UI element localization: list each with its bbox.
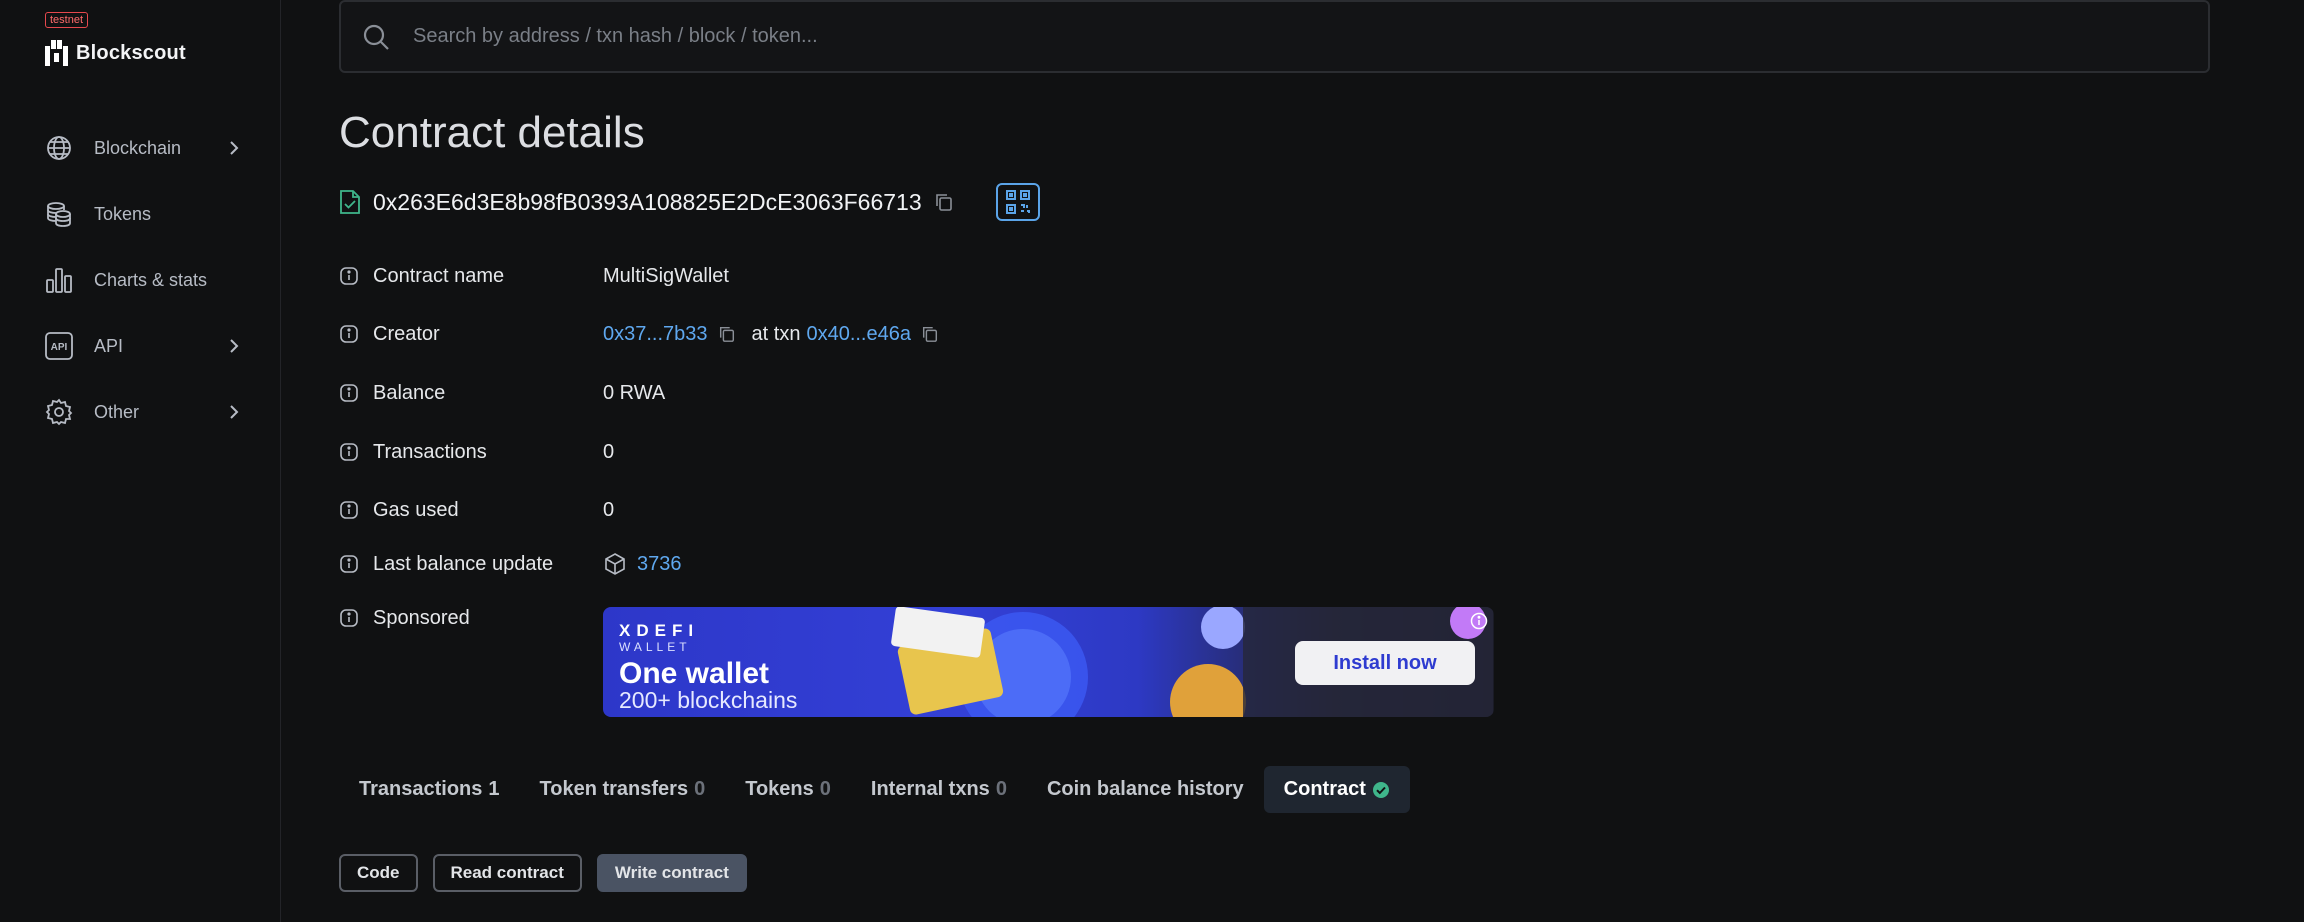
gear-icon — [44, 397, 74, 427]
block-icon — [605, 553, 625, 575]
tab-tokens[interactable]: Tokens 0 — [725, 766, 851, 813]
transactions-value: 0 — [603, 440, 615, 463]
search-icon — [363, 24, 389, 50]
brand-name: Blockscout — [76, 41, 186, 64]
tab-label: Internal txns — [870, 778, 990, 800]
read-contract-button[interactable]: Read contract — [432, 854, 582, 892]
tab-label: Transactions — [359, 778, 483, 800]
main-nav: Blockchain Tokens Charts & stats API API… — [44, 128, 244, 458]
ad-tagline: 200+ blockchains — [619, 687, 798, 713]
detail-row-creator: Creator 0x37...7b33 at txn 0x40...e46a — [339, 316, 938, 352]
block-number-link[interactable]: 3736 — [637, 553, 682, 576]
ad-info-icon[interactable] — [1470, 612, 1488, 630]
creator-address-link[interactable]: 0x37...7b33 — [603, 323, 708, 346]
tab-label: Coin balance history — [1046, 778, 1244, 800]
logo[interactable]: Blockscout — [44, 40, 186, 66]
contract-address[interactable]: 0x263E6d3E8b98fB0393A108825E2DcE3063F667… — [373, 189, 922, 216]
tab-internal-txns[interactable]: Internal txns 0 — [851, 766, 1027, 813]
sidebar-item-other[interactable]: Other — [44, 392, 244, 432]
info-icon[interactable] — [339, 608, 359, 628]
verified-contract-icon — [340, 190, 360, 214]
chevron-right-icon — [230, 339, 239, 353]
detail-row-balance: Balance 0 RWA — [339, 375, 665, 411]
tab-count: 1 — [488, 778, 500, 800]
detail-label: Last balance update — [373, 552, 554, 575]
tab-label: Contract — [1283, 778, 1366, 800]
qr-code-button[interactable] — [995, 183, 1040, 221]
search-bar[interactable] — [339, 0, 2210, 73]
detail-label: Sponsored — [373, 606, 470, 629]
copy-icon[interactable] — [934, 192, 954, 212]
sidebar-item-blockchain[interactable]: Blockchain — [44, 128, 244, 168]
svg-text:API: API — [51, 342, 68, 353]
last-balance-update-value: 3736 — [603, 552, 682, 576]
install-now-button[interactable]: Install now — [1295, 641, 1475, 685]
sidebar-item-api[interactable]: API API — [44, 326, 244, 366]
detail-row-contract-name: Contract name MultiSigWallet — [339, 258, 729, 294]
info-icon[interactable] — [339, 442, 359, 462]
write-contract-button[interactable]: Write contract — [596, 854, 747, 892]
info-icon[interactable] — [339, 554, 359, 574]
sidebar-item-label: Tokens — [94, 203, 152, 224]
page-title: Contract details — [339, 108, 645, 157]
sidebar-item-charts-stats[interactable]: Charts & stats — [44, 260, 244, 300]
ad-brand: XDEFI — [619, 621, 700, 640]
tab-label: Token transfers — [539, 778, 689, 800]
tab-token-transfers[interactable]: Token transfers 0 — [520, 766, 726, 813]
sidebar-item-label: API — [94, 335, 124, 356]
chevron-right-icon — [230, 405, 239, 419]
at-txn-label: at txn — [751, 322, 801, 345]
tab-transactions[interactable]: Transactions 1 — [339, 766, 520, 813]
sidebar: testnet Blockscout Blockchain Tokens Cha… — [0, 0, 281, 922]
sidebar-item-label: Charts & stats — [94, 269, 208, 290]
info-icon[interactable] — [339, 383, 359, 403]
info-icon[interactable] — [339, 324, 359, 344]
tab-count: 0 — [819, 778, 831, 800]
detail-label: Gas used — [373, 498, 459, 521]
testnet-badge: testnet — [45, 12, 89, 28]
sidebar-item-label: Other — [94, 401, 140, 422]
qr-code-icon — [1005, 190, 1030, 214]
detail-label: Transactions — [373, 440, 487, 463]
address-tabs: Transactions 1 Token transfers 0 Tokens … — [339, 766, 1410, 813]
detail-label: Balance — [373, 381, 446, 404]
info-icon[interactable] — [339, 500, 359, 520]
sidebar-item-tokens[interactable]: Tokens — [44, 194, 244, 234]
verified-check-icon — [1372, 781, 1389, 798]
detail-row-gas-used: Gas used 0 — [339, 492, 614, 528]
ad-headline: One wallet — [619, 657, 770, 690]
gas-used-value: 0 — [603, 498, 615, 521]
copy-icon[interactable] — [718, 325, 736, 343]
tab-count: 0 — [995, 778, 1007, 800]
info-icon[interactable] — [339, 266, 359, 286]
creator-value: 0x37...7b33 at txn 0x40...e46a — [603, 323, 939, 346]
contract-name-value: MultiSigWallet — [603, 264, 729, 287]
detail-row-last-balance-update: Last balance update 3736 — [339, 546, 682, 582]
ad-brand-sub: WALLET — [619, 640, 691, 654]
copy-icon[interactable] — [921, 325, 939, 343]
tab-label: Tokens — [745, 778, 814, 800]
creation-txn-link[interactable]: 0x40...e46a — [806, 323, 911, 346]
blockscout-logo-icon — [45, 40, 68, 66]
api-icon: API — [44, 331, 74, 361]
globe-icon — [44, 133, 74, 163]
detail-row-transactions: Transactions 0 — [339, 434, 614, 470]
sponsored-banner[interactable]: XDEFI WALLET One wallet 200+ blockchains… — [603, 607, 1494, 717]
tab-coin-balance-history[interactable]: Coin balance history — [1027, 766, 1264, 813]
code-button[interactable]: Code — [339, 854, 418, 892]
detail-label: Contract name — [373, 264, 505, 287]
tab-contract[interactable]: Contract — [1263, 766, 1410, 813]
coins-icon — [44, 199, 74, 229]
bar-chart-icon — [44, 265, 74, 295]
tab-count: 0 — [694, 778, 706, 800]
detail-row-sponsored: Sponsored — [339, 600, 605, 636]
search-input[interactable] — [413, 25, 2113, 48]
detail-label: Creator — [373, 322, 440, 345]
balance-value: 0 RWA — [603, 381, 666, 404]
address-row: 0x263E6d3E8b98fB0393A108825E2DcE3063F667… — [339, 182, 1040, 222]
chevron-right-icon — [230, 141, 239, 155]
contract-subtabs: Code Read contract Write contract — [339, 854, 747, 892]
sidebar-item-label: Blockchain — [94, 137, 182, 158]
